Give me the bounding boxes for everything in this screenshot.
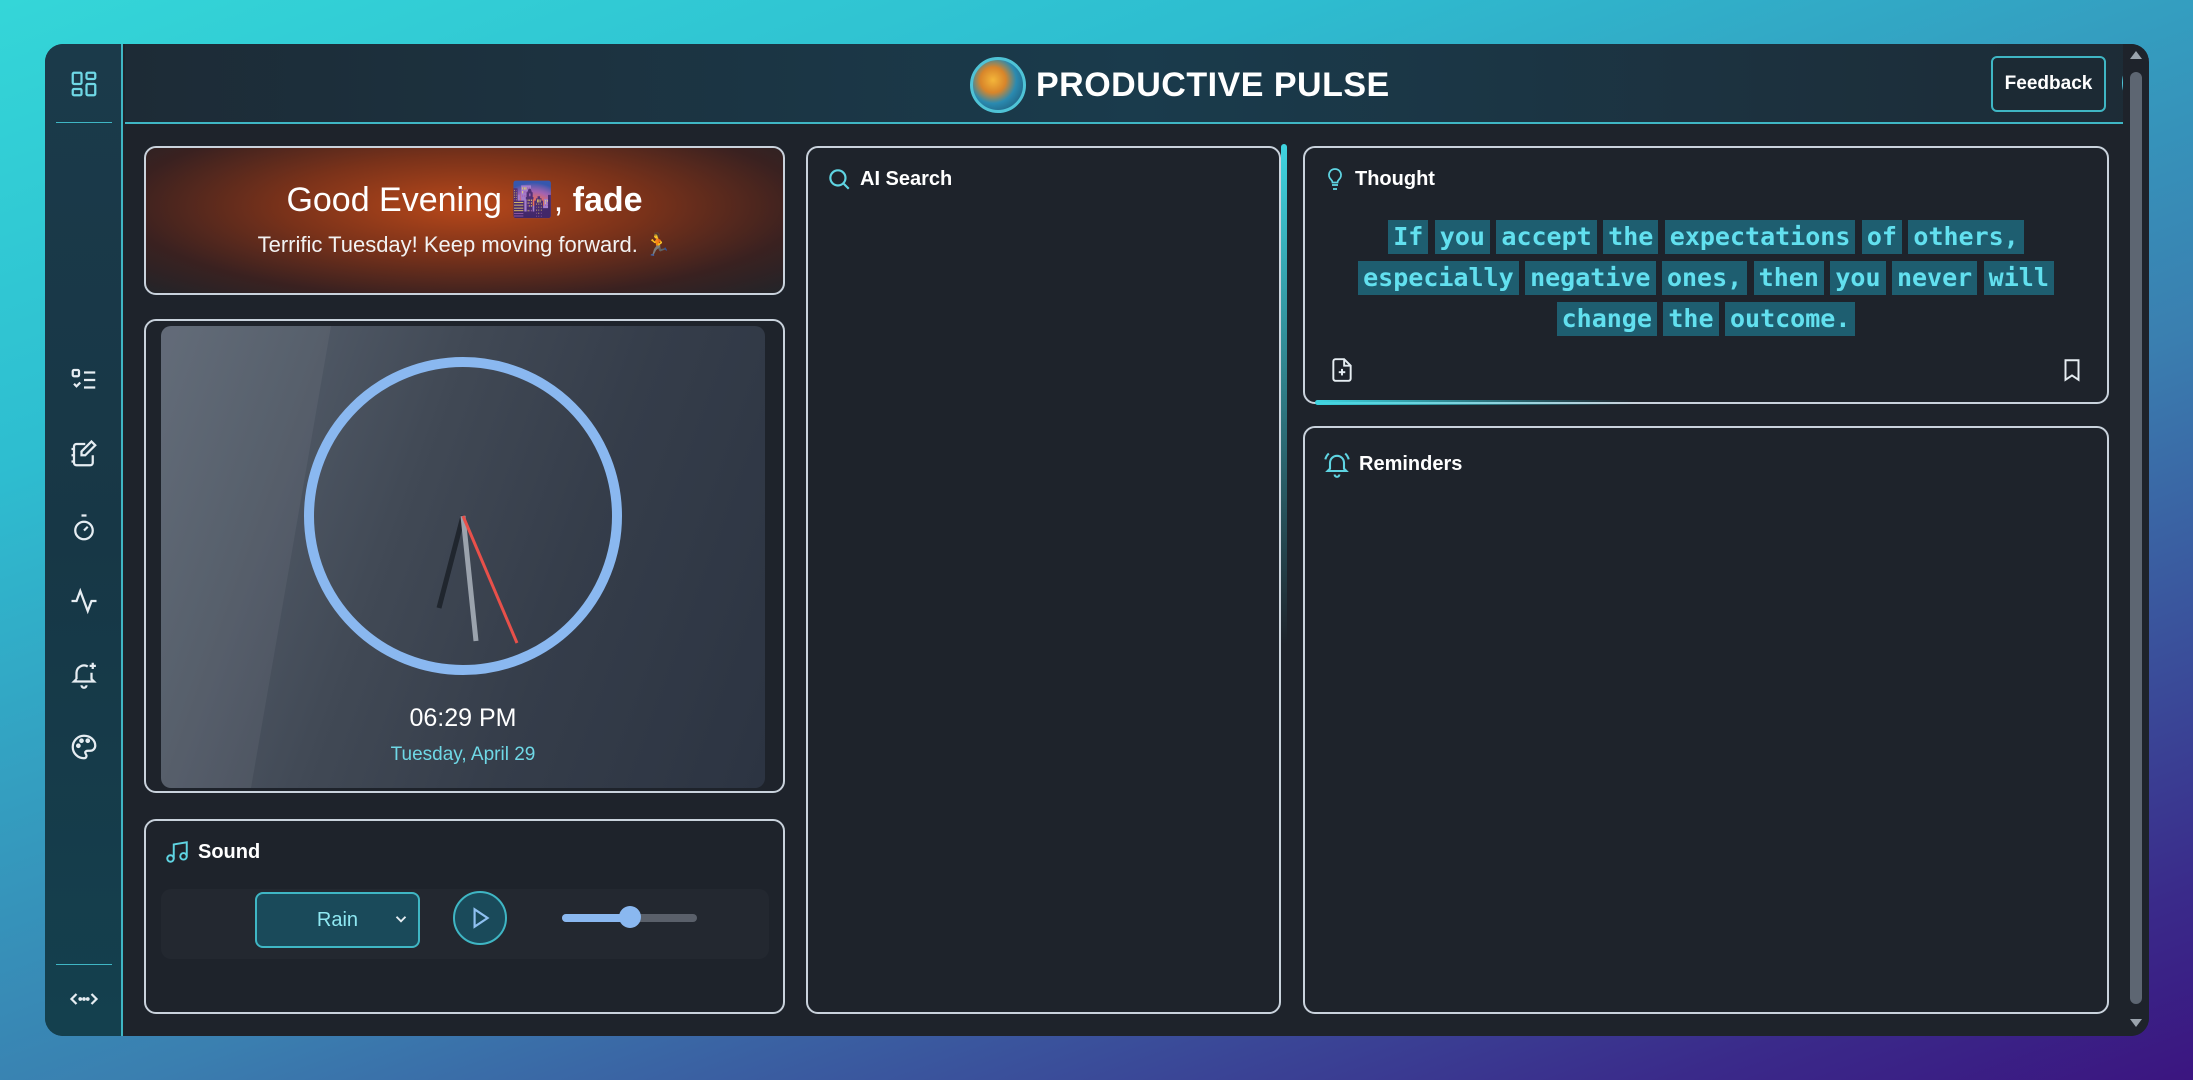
quote-word: then: [1753, 261, 1824, 295]
palette-icon[interactable]: [65, 728, 103, 766]
add-note-icon[interactable]: [1329, 356, 1355, 384]
sound-controls: Rain: [161, 889, 769, 959]
quote-word: change: [1556, 302, 1657, 336]
activity-pulse-icon[interactable]: [65, 582, 103, 620]
thought-quote: If you accept the expectations of others…: [1335, 220, 2077, 343]
greeting-text: Good Evening: [286, 181, 502, 219]
thought-card: Thought If you accept the expectations o…: [1303, 146, 2109, 404]
volume-knob[interactable]: [618, 906, 641, 928]
scroll-down-icon[interactable]: [2129, 1018, 2143, 1028]
app-window: PRODUCTIVE PULSE Feedback Good Evening 🌆…: [45, 44, 2149, 1036]
quote-word: the: [1663, 302, 1719, 336]
app-logo: [970, 57, 1026, 113]
quote-word: accept: [1496, 220, 1597, 254]
feedback-button[interactable]: Feedback: [1991, 56, 2106, 112]
quote-word: the: [1603, 220, 1659, 254]
timer-icon[interactable]: [65, 509, 103, 547]
tasks-list-icon[interactable]: [65, 361, 103, 399]
scroll-thumb[interactable]: [2130, 72, 2142, 1004]
clock-panel: 06:29 PM Tuesday, April 29: [161, 326, 765, 788]
quote-word: will: [1983, 261, 2054, 295]
search-icon: [829, 169, 850, 190]
dashboard-icon[interactable]: [65, 65, 103, 103]
quote-word: If: [1388, 220, 1429, 254]
scroll-up-icon[interactable]: [2129, 50, 2143, 60]
quote-word: you: [1830, 261, 1886, 295]
accent-glow-horizontal: [1315, 400, 1635, 405]
ai-search-card: AI Search: [806, 146, 1281, 1014]
sound-card: Sound Rain: [144, 819, 785, 1014]
thought-title: Thought: [1355, 167, 1435, 190]
quote-word: of: [1861, 220, 1902, 254]
quote-word: negative: [1525, 261, 1656, 295]
greeting-emoji: 🌆: [511, 181, 554, 219]
sidebar-divider-bottom: [56, 964, 112, 965]
quote-word: expectations: [1664, 220, 1856, 254]
lightbulb-icon: [1328, 168, 1342, 190]
digital-time: 06:29 PM: [409, 704, 517, 732]
header: PRODUCTIVE PULSE Feedback: [125, 44, 2149, 124]
bookmark-icon[interactable]: [2059, 356, 2085, 384]
quote-word: others,: [1908, 220, 2024, 254]
sound-title: Sound: [198, 840, 261, 863]
clock-date: Tuesday, April 29: [390, 744, 536, 765]
reminders-title: Reminders: [1359, 452, 1463, 475]
reminders-header: Reminders: [1323, 450, 1462, 478]
ai-search-header: AI Search: [826, 166, 952, 192]
quote-word: never: [1891, 261, 1978, 295]
brand: PRODUCTIVE PULSE: [970, 56, 1390, 114]
expand-icon[interactable]: [65, 980, 103, 1018]
play-button[interactable]: [453, 891, 507, 945]
greeting-card: Good Evening 🌆, fade Terrific Tuesday! K…: [144, 146, 785, 295]
notes-edit-icon[interactable]: [65, 435, 103, 473]
quote-word: ones,: [1661, 261, 1748, 295]
scrollbar[interactable]: [2123, 44, 2149, 1036]
ai-search-title: AI Search: [860, 167, 953, 190]
bell-ring-icon: [1324, 452, 1350, 478]
bell-plus-icon[interactable]: [65, 655, 103, 693]
quote-word: you: [1434, 220, 1490, 254]
music-note-icon: [166, 841, 188, 863]
clock-card: 06:29 PM Tuesday, April 29: [144, 319, 785, 793]
app-title: PRODUCTIVE PULSE: [1036, 65, 1390, 104]
sound-select[interactable]: Rain: [255, 892, 420, 948]
accent-glow-vertical: [1281, 144, 1287, 644]
reminders-card: Reminders: [1303, 426, 2109, 1014]
quote-word: especially: [1358, 261, 1519, 295]
sidebar-divider-top: [56, 122, 112, 123]
volume-slider[interactable]: [562, 906, 697, 928]
sidebar: [45, 44, 123, 1036]
sound-header: Sound: [164, 839, 260, 865]
thought-header: Thought: [1323, 166, 1435, 192]
sound-select-value: Rain: [316, 908, 359, 931]
quote-word: outcome.: [1724, 302, 1856, 336]
hour-hand: [436, 515, 466, 609]
greeting-subtitle: Terrific Tuesday! Keep moving forward. 🏃: [257, 232, 672, 257]
greeting-name: fade: [572, 181, 643, 219]
play-icon: [473, 907, 490, 929]
chevron-down-icon: [395, 916, 407, 923]
greeting-title: Good Evening 🌆, fade: [286, 181, 643, 219]
